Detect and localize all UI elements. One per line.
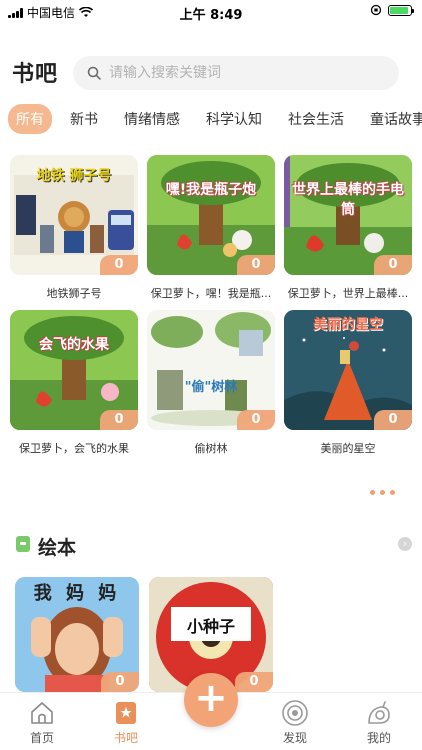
category-tabs: 所有 新书 情绪情感 科学认知 社会生活 童话故事: [8, 104, 422, 134]
book-cover: 世界上最棒的手电筒 0: [284, 155, 412, 275]
tab-new[interactable]: 新书: [62, 104, 106, 134]
book-card[interactable]: "偷"树林 0 偷树林: [147, 310, 275, 456]
book-cover-title: 地铁 狮子号: [36, 168, 112, 184]
tab-social[interactable]: 社会生活: [280, 104, 352, 134]
book-card[interactable]: 嘿!我是瓶子炮 0 保卫萝卜，嘿！我是瓶...: [147, 155, 275, 301]
book-title: 美丽的星空: [320, 442, 376, 455]
search-icon: [87, 66, 101, 80]
book-cover-title: 美丽的星空: [313, 317, 383, 333]
status-time: 上午 8:49: [179, 8, 243, 23]
book-card[interactable]: 会飞的水果 0 保卫萝卜，会飞的水果: [10, 310, 138, 456]
search-box[interactable]: [73, 56, 399, 90]
book-card[interactable]: 世界上最棒的手电筒 0 保卫萝卜，世界上最棒...: [284, 155, 412, 301]
book-count-badge: 0: [237, 255, 275, 275]
book-cover-title: "偷"树林: [184, 380, 238, 395]
book-cover: 嘿!我是瓶子炮 0: [147, 155, 275, 275]
book-cover: 地铁 狮子号 0: [10, 155, 138, 275]
status-right: [370, 4, 414, 16]
bookbar-icon: [116, 702, 136, 724]
tab-fairy-tale[interactable]: 童话故事: [362, 104, 422, 134]
more-dots-icon[interactable]: [370, 490, 395, 495]
book-count-badge: 0: [374, 255, 412, 275]
book-count-badge: 0: [374, 410, 412, 430]
book-title: 保卫萝卜，会飞的水果: [19, 442, 129, 455]
tabbar-bookbar-label: 书吧: [113, 731, 138, 745]
discover-icon: [282, 700, 308, 726]
picture-book-count-badge: 0: [235, 672, 273, 692]
orientation-lock-icon: [370, 4, 382, 16]
book-title: 偷树林: [194, 442, 228, 455]
book-cover-title: 嘿!我是瓶子炮: [165, 182, 257, 198]
battery-icon: [388, 4, 414, 16]
tab-all[interactable]: 所有: [8, 104, 52, 134]
header: 书吧: [0, 54, 422, 94]
tabbar-discover-label: 发现: [282, 731, 307, 745]
tab-science[interactable]: 科学认知: [198, 104, 270, 134]
book-count-badge: 0: [100, 410, 138, 430]
tabbar-bookbar[interactable]: 书吧: [91, 699, 161, 746]
picture-book-count-badge: 0: [101, 672, 139, 692]
bottom-tab-bar: 首页 书吧 + 发现 我的: [0, 673, 422, 750]
tabbar-mine-label: 我的: [366, 731, 391, 745]
book-title: 保卫萝卜，世界上最棒...: [287, 287, 409, 300]
search-input[interactable]: [109, 65, 379, 81]
tabbar-home[interactable]: 首页: [7, 699, 77, 746]
book-cover: 美丽的星空 0: [284, 310, 412, 430]
status-bar: 中国电信 上午 8:49: [0, 0, 422, 23]
book-count-badge: 0: [237, 410, 275, 430]
section-header: 绘本 ›: [16, 533, 412, 559]
page-title: 书吧: [12, 62, 59, 87]
tabbar-discover[interactable]: 发现: [260, 699, 330, 746]
home-icon: [31, 702, 53, 724]
tabbar-mine[interactable]: 我的: [344, 699, 414, 746]
picture-book-cover-title: 我 妈 妈: [33, 583, 121, 604]
section-title: 绘本: [38, 537, 77, 559]
book-icon: [16, 536, 30, 552]
add-button[interactable]: +: [184, 673, 238, 727]
book-cover: 会飞的水果 0: [10, 310, 138, 430]
book-count-badge: 0: [100, 255, 138, 275]
book-title: 地铁狮子号: [46, 287, 102, 300]
tab-emotion[interactable]: 情绪情感: [116, 104, 188, 134]
book-cover-title: 会飞的水果: [39, 337, 109, 353]
chevron-right-icon[interactable]: ›: [398, 537, 412, 551]
picture-book-card[interactable]: 我 妈 妈 0: [15, 577, 139, 692]
book-title: 保卫萝卜，嘿！我是瓶...: [150, 287, 272, 300]
picture-book-cover-title: 小种子: [186, 617, 235, 636]
book-cover: "偷"树林 0: [147, 310, 275, 430]
book-card[interactable]: 地铁 狮子号 0 地铁狮子号: [10, 155, 138, 301]
profile-icon: [368, 701, 390, 724]
tabbar-home-label: 首页: [29, 731, 54, 745]
book-card[interactable]: 美丽的星空 0 美丽的星空: [284, 310, 412, 456]
book-cover-title: 世界上最棒的手电筒: [292, 182, 404, 218]
